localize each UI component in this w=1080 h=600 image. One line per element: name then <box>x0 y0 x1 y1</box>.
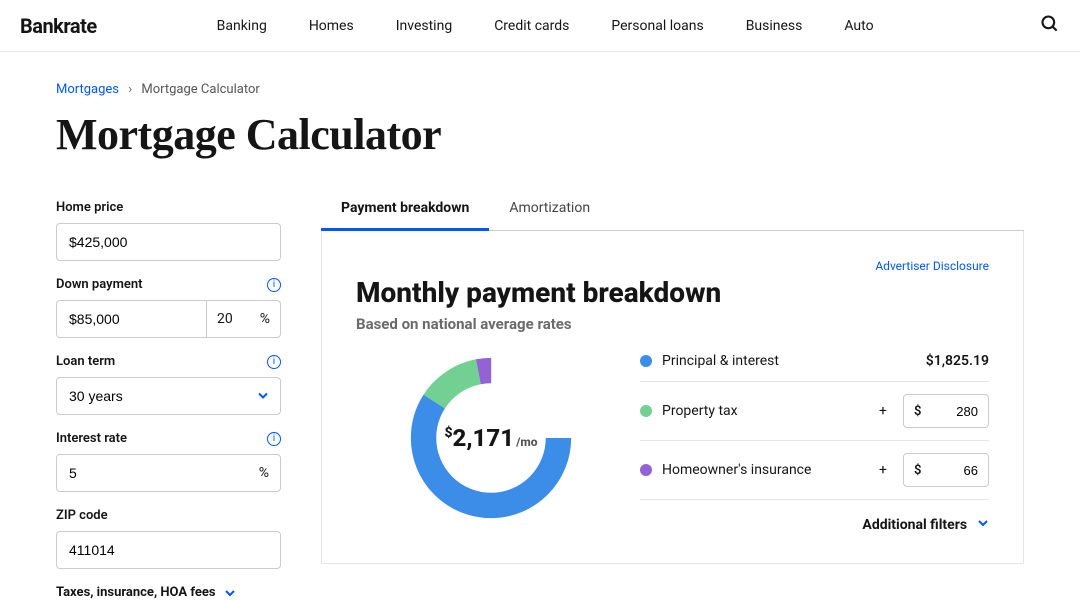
nav-homes[interactable]: Homes <box>309 18 354 34</box>
advertiser-disclosure-link[interactable]: Advertiser Disclosure <box>875 259 989 273</box>
interest-rate-input[interactable] <box>56 454 281 492</box>
currency-symbol: $ <box>914 463 921 478</box>
zip-label: ZIP code <box>56 508 108 523</box>
legend: Principal & interest $1,825.19 Property … <box>640 353 989 533</box>
legend-label-tax: Property tax <box>662 403 869 419</box>
additional-filters-toggle[interactable]: Additional filters <box>640 500 989 533</box>
nav-banking[interactable]: Banking <box>217 18 267 34</box>
percent-symbol: % <box>259 465 269 481</box>
nav-auto[interactable]: Auto <box>844 18 873 34</box>
breadcrumb: Mortgages › Mortgage Calculator <box>56 82 1024 97</box>
breakdown-title: Monthly payment breakdown <box>356 276 989 309</box>
interest-rate-label: Interest rate <box>56 431 127 446</box>
brand-logo[interactable]: Bankrate <box>20 14 97 38</box>
nav-business[interactable]: Business <box>746 18 803 34</box>
insurance-value-input[interactable] <box>938 463 978 478</box>
chevron-down-icon <box>977 517 989 529</box>
down-payment-pct-value: 20 <box>217 311 233 327</box>
tab-payment-breakdown[interactable]: Payment breakdown <box>321 200 489 231</box>
nav-investing[interactable]: Investing <box>396 18 452 34</box>
legend-label-principal: Principal & interest <box>662 353 916 369</box>
legend-value-principal: $1,825.19 <box>926 353 989 369</box>
breakdown-subtitle: Based on national average rates <box>356 315 989 333</box>
plus-icon: + <box>879 462 887 478</box>
breadcrumb-separator: › <box>128 82 132 97</box>
legend-label-insurance: Homeowner's insurance <box>662 462 869 478</box>
search-icon[interactable] <box>1040 14 1060 38</box>
donut-chart: $2,171/mo <box>402 349 580 527</box>
legend-row-tax: Property tax + $ <box>640 382 989 441</box>
nav-credit-cards[interactable]: Credit cards <box>494 18 569 34</box>
chevron-down-icon <box>224 587 236 599</box>
currency-symbol: $ <box>914 404 921 419</box>
down-payment-input[interactable] <box>56 300 206 338</box>
breadcrumb-current: Mortgage Calculator <box>141 82 259 97</box>
dot-icon <box>640 464 652 476</box>
percent-symbol: % <box>260 311 270 327</box>
loan-term-label: Loan term <box>56 354 115 369</box>
page-title: Mortgage Calculator <box>56 109 1024 160</box>
dot-icon <box>640 405 652 417</box>
down-payment-pct-input[interactable]: 20 % <box>206 300 281 338</box>
home-price-label: Home price <box>56 200 123 215</box>
nav-personal-loans[interactable]: Personal loans <box>611 18 703 34</box>
home-price-input[interactable] <box>56 223 281 261</box>
main-nav: Banking Homes Investing Credit cards Per… <box>217 18 1040 34</box>
loan-term-select[interactable]: 30 years <box>56 377 281 415</box>
tax-value-input[interactable] <box>938 404 978 419</box>
breadcrumb-mortgages[interactable]: Mortgages <box>56 82 119 97</box>
zip-input[interactable] <box>56 531 281 569</box>
tab-amortization[interactable]: Amortization <box>489 200 610 230</box>
tax-input[interactable]: $ <box>903 394 989 428</box>
down-payment-label: Down payment <box>56 277 143 292</box>
info-icon[interactable]: i <box>267 278 281 292</box>
legend-row-principal: Principal & interest $1,825.19 <box>640 353 989 382</box>
taxes-insurance-label: Taxes, insurance, HOA fees <box>56 585 216 600</box>
calculator-form: Home price Down payment i 20 % <box>56 200 281 600</box>
info-icon[interactable]: i <box>267 355 281 369</box>
insurance-input[interactable]: $ <box>903 453 989 487</box>
results-panel: Payment breakdown Amortization Advertise… <box>321 200 1024 600</box>
legend-row-insurance: Homeowner's insurance + $ <box>640 441 989 500</box>
dot-icon <box>640 355 652 367</box>
taxes-insurance-toggle[interactable]: Taxes, insurance, HOA fees <box>56 585 281 600</box>
plus-icon: + <box>879 403 887 419</box>
additional-filters-label: Additional filters <box>862 517 967 533</box>
info-icon[interactable]: i <box>267 432 281 446</box>
monthly-total: $2,171/mo <box>444 424 537 452</box>
